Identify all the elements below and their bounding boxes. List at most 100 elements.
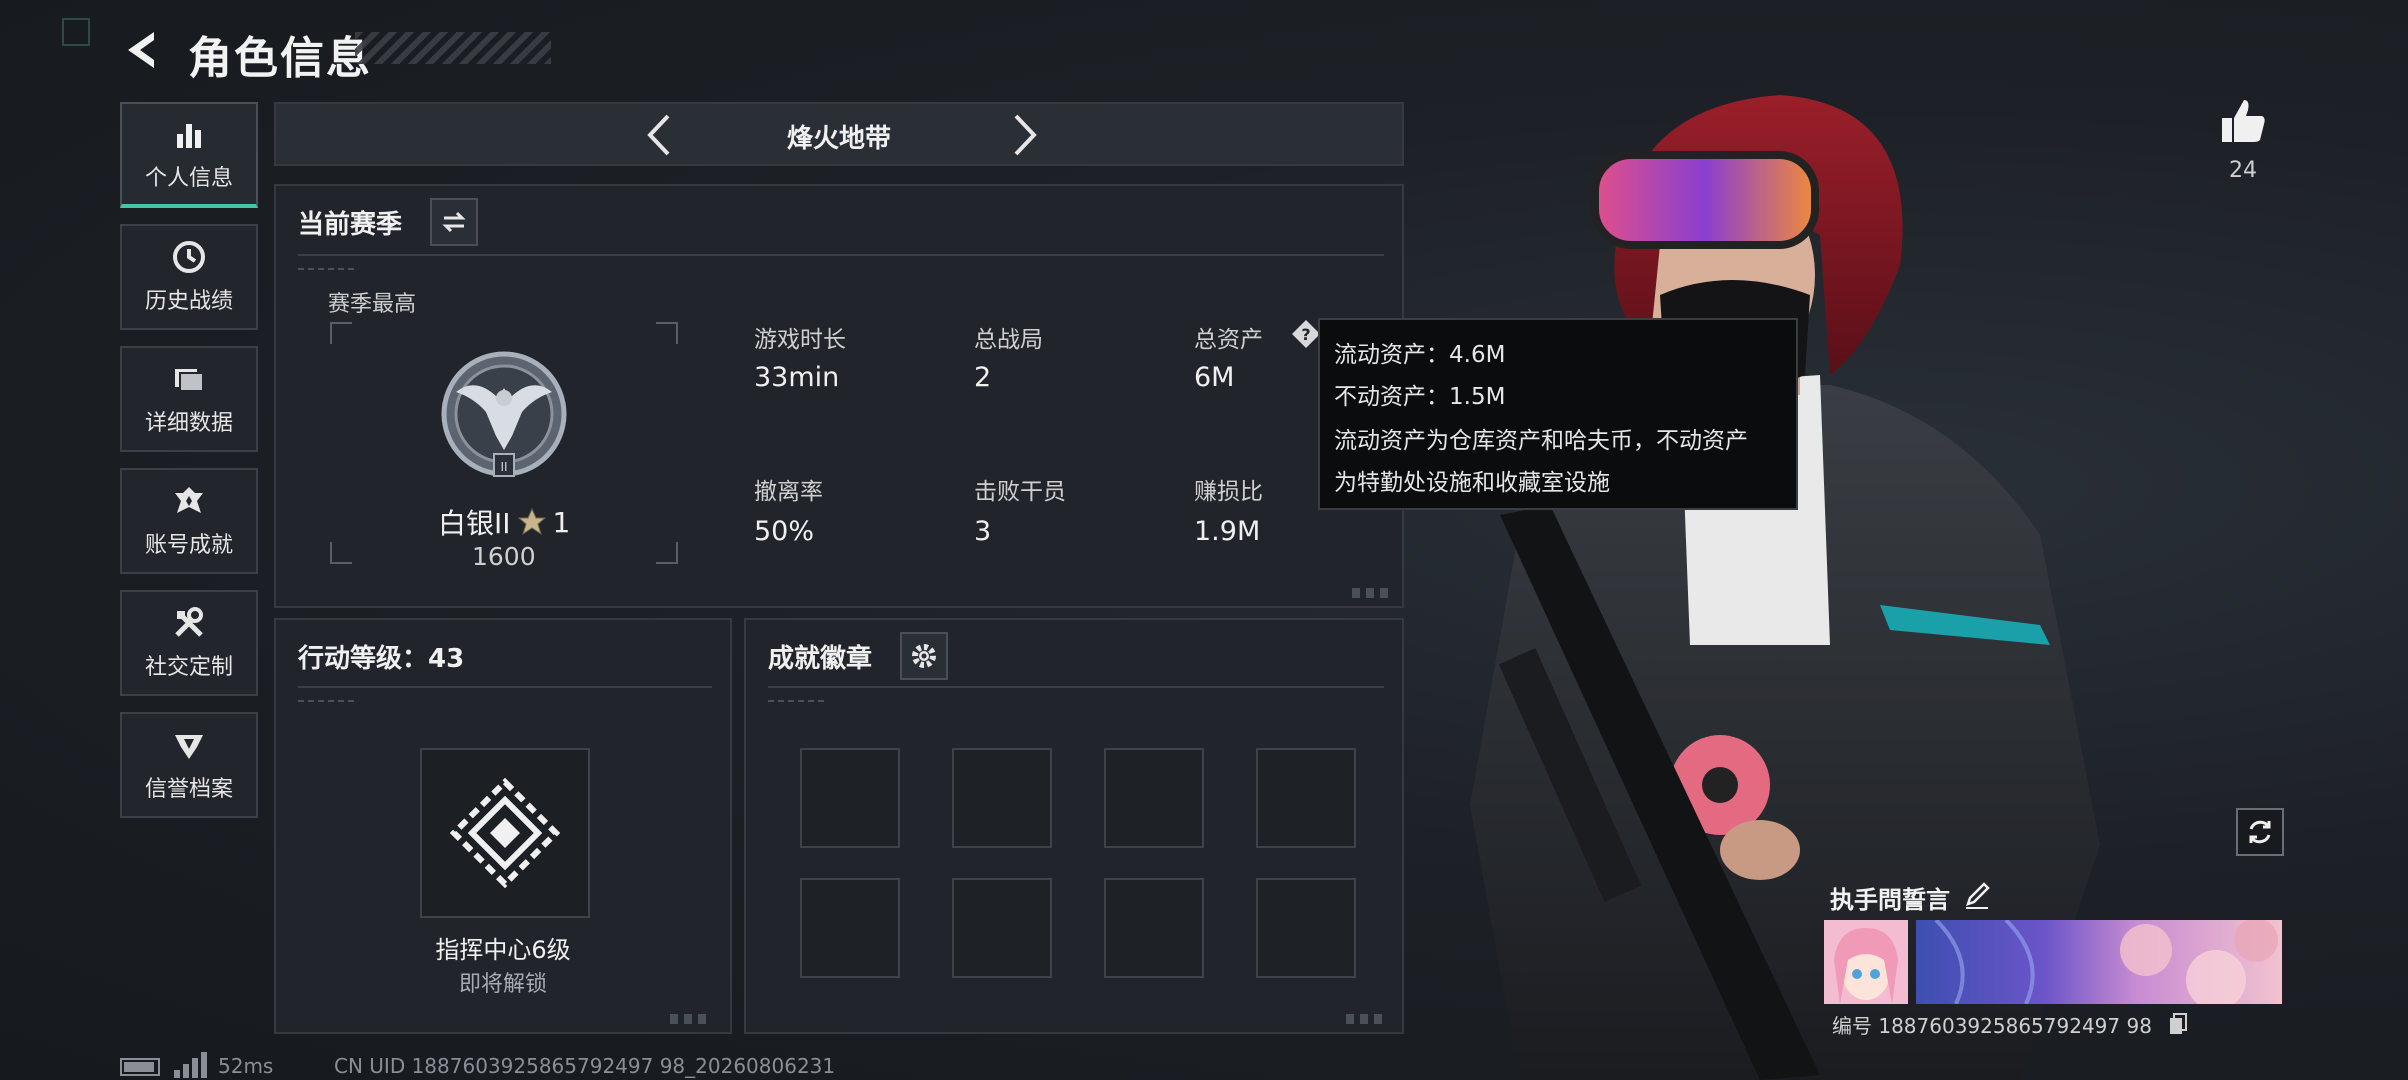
like-count: 24	[2229, 158, 2257, 183]
badge-slot[interactable]	[952, 748, 1052, 848]
swap-icon	[442, 211, 466, 233]
mode-name: 烽火地带	[786, 124, 891, 154]
like-button[interactable]	[2218, 96, 2268, 146]
oath-title: 执手問誓言	[1830, 886, 1950, 914]
corner-decoration	[1352, 588, 1392, 598]
season-panel: 当前赛季 赛季最高 II 白银II 1 1600 游戏时长 33min 总战局 …	[274, 184, 1404, 608]
stat-label-playtime: 游戏时长	[754, 327, 846, 353]
tooltip-liquid-assets: 流动资产：4.6M	[1334, 342, 1506, 368]
stat-value-matches: 2	[974, 362, 992, 393]
rank-display: 白银II 1	[438, 502, 570, 542]
unlock-status: 即将解锁	[458, 972, 547, 997]
command-center-icon	[450, 778, 560, 888]
badge-slot[interactable]	[1256, 748, 1356, 848]
action-level-title: 行动等级：43	[298, 644, 465, 674]
corner-decoration	[670, 1014, 710, 1024]
badge-slot[interactable]	[952, 878, 1052, 978]
svg-text:?: ?	[1301, 325, 1310, 344]
stat-value-extract-rate: 50%	[754, 516, 815, 547]
season-title: 当前赛季	[298, 210, 403, 240]
chevron-right-icon	[1014, 114, 1037, 156]
rank-score: 1600	[472, 542, 536, 571]
rank-stars: 1	[552, 505, 571, 539]
unlock-item-frame[interactable]	[420, 748, 590, 918]
bar-chart-icon	[177, 124, 201, 148]
badge-slot[interactable]	[1104, 878, 1204, 978]
achievement-settings-button[interactable]	[900, 632, 948, 680]
thumbs-up-icon	[2222, 100, 2265, 142]
badge-slot[interactable]	[800, 878, 900, 978]
ping: 52ms	[218, 1054, 274, 1078]
divider-decoration	[768, 700, 828, 702]
gear-icon	[912, 644, 936, 668]
banner-image	[1934, 920, 2278, 1004]
edit-oath-button[interactable]	[1962, 880, 1992, 910]
tools-icon	[175, 607, 203, 637]
stat-value-playtime: 33min	[754, 362, 840, 393]
shield-badge-icon	[175, 735, 203, 759]
signal-icon	[174, 1052, 207, 1078]
folder-icon	[175, 369, 204, 392]
action-level-panel: 行动等级：43 指挥中心6级 即将解锁	[274, 618, 732, 1034]
achievement-title: 成就徽章	[768, 644, 873, 674]
sidebar-item-achievements[interactable]: 账号成就	[120, 468, 258, 574]
pencil-icon	[1966, 882, 1990, 909]
stat-value-profit-ratio: 1.9M	[1194, 516, 1261, 547]
svg-text:II: II	[500, 460, 507, 474]
sidebar-item-label: 历史战绩	[144, 289, 233, 314]
sidebar-item-label: 账号成就	[144, 533, 233, 558]
tooltip-fixed-assets: 不动资产：1.5M	[1334, 384, 1506, 410]
sidebar-item-label: 社交定制	[144, 655, 233, 680]
unlock-name: 指挥中心6级	[435, 936, 571, 964]
next-mode-button[interactable]	[998, 112, 1048, 158]
back-button[interactable]	[118, 24, 166, 76]
corner-decoration	[1346, 1014, 1386, 1024]
divider-decoration	[298, 700, 358, 702]
sidebar-item-reputation[interactable]: 信誉档案	[120, 712, 258, 818]
battery-icon	[120, 1058, 160, 1076]
avatar-image	[1824, 920, 1908, 1004]
badge-slot[interactable]	[1104, 748, 1204, 848]
frame-corner	[330, 322, 352, 344]
refresh-icon	[2249, 820, 2271, 844]
sidebar-item-label: 信誉档案	[144, 777, 233, 802]
star-icon	[517, 507, 546, 536]
avatar[interactable]	[1824, 920, 1908, 1004]
rank-emblem-icon: II	[441, 351, 567, 477]
refresh-button[interactable]	[2236, 808, 2284, 856]
clock-icon	[173, 241, 205, 273]
divider	[768, 686, 1384, 688]
stat-label-kills: 击败干员	[974, 479, 1066, 505]
stat-value-assets: 6M	[1194, 362, 1235, 393]
sidebar-item-history[interactable]: 历史战绩	[120, 224, 258, 330]
copy-id-button[interactable]	[2168, 1012, 2188, 1036]
sidebar-item-social[interactable]: 社交定制	[120, 590, 258, 696]
sidebar-item-details[interactable]: 详细数据	[120, 346, 258, 452]
achievement-panel: 成就徽章	[744, 618, 1404, 1034]
frame-corner	[656, 542, 678, 564]
badge-slot[interactable]	[800, 748, 900, 848]
back-arrow-icon	[128, 32, 154, 68]
achievement-icon	[175, 487, 203, 513]
title-decoration	[355, 32, 551, 64]
player-id: 编号 1887603925865792497 98	[1832, 1014, 2152, 1038]
footer-uid: CN UID 1887603925865792497 98_2026080623…	[334, 1054, 836, 1078]
corner-decoration	[62, 18, 90, 46]
frame-corner	[656, 322, 678, 344]
assets-tooltip: 流动资产：4.6M 不动资产：1.5M 流动资产为仓库资产和哈夫币，不动资产 为…	[1318, 318, 1798, 510]
season-best-label: 赛季最高	[328, 292, 417, 317]
tooltip-desc-1: 流动资产为仓库资产和哈夫币，不动资产	[1334, 428, 1748, 454]
badge-slot[interactable]	[1256, 878, 1356, 978]
profile-banner[interactable]	[1916, 920, 2282, 1004]
sidebar-item-label: 个人信息	[144, 166, 233, 191]
stat-label-extract-rate: 撤离率	[754, 479, 823, 505]
mode-selector: 烽火地带	[274, 102, 1404, 166]
stat-label-profit-ratio: 赚损比	[1194, 479, 1263, 505]
sidebar-item-label: 详细数据	[144, 411, 233, 436]
switch-season-button[interactable]	[430, 198, 478, 246]
sidebar-item-profile[interactable]: 个人信息	[120, 102, 258, 208]
divider	[298, 254, 1384, 256]
stat-label-matches: 总战局	[974, 327, 1043, 353]
copy-icon	[2170, 1013, 2187, 1034]
frame-corner	[330, 542, 352, 564]
